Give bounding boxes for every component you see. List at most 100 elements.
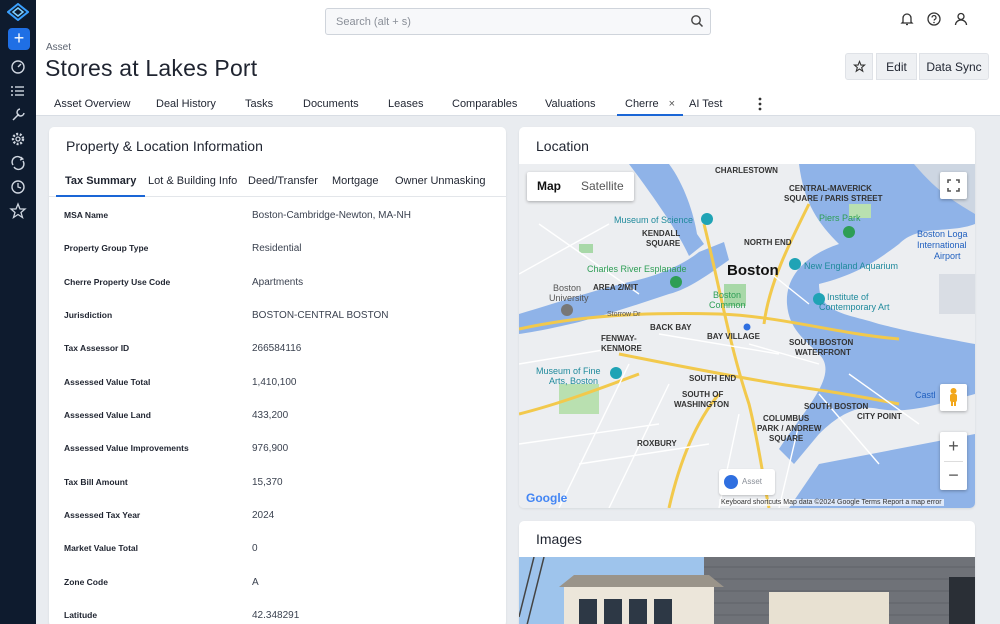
pegman-icon (950, 388, 957, 406)
field-label: Jurisdiction (64, 310, 113, 320)
add-button[interactable]: + (8, 28, 30, 50)
field-value: 42.348291 (252, 610, 300, 621)
data-sync-button[interactable]: Data Sync (919, 53, 989, 80)
tab-label: Deal History (156, 98, 216, 110)
field-value: BOSTON-CENTRAL BOSTON (252, 310, 389, 321)
breadcrumb[interactable]: Asset (46, 42, 71, 53)
search-input[interactable] (326, 9, 676, 34)
tab-documents[interactable]: Documents (303, 92, 359, 116)
search-icon[interactable] (690, 14, 704, 28)
fullscreen-button[interactable] (940, 172, 967, 199)
gear-icon[interactable] (9, 130, 27, 148)
map-label: CENTRAL-MAVERICK (789, 184, 872, 193)
bell-icon[interactable] (898, 10, 916, 28)
list-item: Assessed Value Total 1,410,100 (49, 366, 506, 399)
field-label: Assessed Value Land (64, 410, 151, 420)
field-value: 1,410,100 (252, 377, 297, 388)
map-label: New England Aquarium (804, 261, 899, 271)
user-icon[interactable] (952, 10, 970, 28)
list-item: Assessed Value Land 433,200 (49, 399, 506, 432)
list-item: Assessed Value Improvements 976,900 (49, 432, 506, 465)
star-icon[interactable] (9, 202, 27, 220)
map-label: SQUARE (769, 434, 804, 443)
sync-icon[interactable] (9, 154, 27, 172)
list-icon[interactable] (9, 82, 27, 100)
property-photo[interactable] (519, 557, 975, 624)
edit-button[interactable]: Edit (876, 53, 917, 80)
field-label: Assessed Value Improvements (64, 443, 189, 453)
favorite-button[interactable] (845, 53, 873, 80)
map-label: Contemporary Art (819, 302, 890, 312)
map-label: Arts, Boston (549, 376, 599, 386)
field-value: Residential (252, 243, 302, 254)
field-label: Tax Bill Amount (64, 477, 128, 487)
street-view-button[interactable] (940, 384, 967, 411)
field-label: Assessed Value Total (64, 377, 151, 387)
map-label: FENWAY- (601, 334, 637, 343)
map-label: SOUTH BOSTON (804, 402, 869, 411)
field-value: A (252, 577, 259, 588)
field-label: Latitude (64, 610, 98, 620)
map-label: CHARLESTOWN (715, 166, 778, 175)
subtab-lot-building[interactable]: Lot & Building Info (148, 171, 237, 197)
map-label: ROXBURY (637, 439, 677, 448)
google-logo: Google (526, 491, 568, 505)
app-sidebar: + (0, 0, 36, 624)
subtab-tax-summary[interactable]: Tax Summary (56, 171, 146, 197)
field-value: Boston-Cambridge-Newton, MA-NH (252, 210, 411, 221)
map-legend: Asset (719, 469, 775, 495)
tab-comparables[interactable]: Comparables (452, 92, 517, 116)
list-item: Tax Bill Amount 15,370 (49, 466, 506, 499)
tab-label: Tasks (245, 98, 274, 110)
zoom-out-button[interactable]: − (940, 461, 967, 490)
more-tabs-icon[interactable] (756, 96, 764, 112)
tab-cherre[interactable]: Cherre × (617, 92, 684, 116)
map-view[interactable]: CHARLESTOWN CENTRAL-MAVERICK SQUARE / PA… (519, 164, 975, 508)
map-type-satellite-button[interactable]: Satellite (571, 172, 634, 201)
map-attribution[interactable]: Keyboard shortcuts Map data ©2024 Google… (719, 499, 944, 506)
subtab-mortgage[interactable]: Mortgage (332, 171, 378, 197)
app-logo-icon[interactable] (7, 3, 29, 21)
map-label: Museum of Science (614, 215, 694, 225)
map-label: CITY POINT (857, 412, 902, 421)
subtab-owner-unmasking[interactable]: Owner Unmasking (395, 171, 485, 197)
tab-label: Documents (303, 98, 359, 110)
panel-title: Property & Location Information (66, 138, 263, 154)
map-label: Boston (713, 290, 742, 300)
star-icon (852, 60, 866, 73)
map-label: NORTH END (744, 238, 792, 247)
property-location-panel: Property & Location Information Tax Summ… (49, 127, 506, 624)
top-bar: Asset Stores at Lakes Port Edit Data Syn… (36, 0, 1000, 116)
dashboard-icon[interactable] (9, 58, 27, 76)
tab-deal-history[interactable]: Deal History (156, 92, 216, 116)
map-type-map-button[interactable]: Map (527, 172, 571, 201)
zoom-control: + − (940, 432, 967, 490)
list-item: Tax Assessor ID 266584116 (49, 332, 506, 365)
subtab-deed-transfer[interactable]: Deed/Transfer (248, 171, 318, 197)
map-label: Storrow Dr (607, 311, 641, 318)
field-label: Cherre Property Use Code (64, 277, 171, 287)
map-label: SQUARE / PARIS STREET (784, 194, 883, 203)
map-label: Castl (915, 390, 936, 400)
map-label: University (549, 293, 589, 303)
page-title: Stores at Lakes Port (45, 55, 258, 81)
tab-tasks[interactable]: Tasks (245, 92, 273, 116)
list-item: Latitude 42.348291 (49, 599, 506, 624)
panel-title: Images (536, 531, 582, 547)
tab-ai-test[interactable]: AI Test (689, 92, 722, 116)
tab-leases[interactable]: Leases (388, 92, 423, 116)
tab-valuations[interactable]: Valuations (545, 92, 596, 116)
field-label: Market Value Total (64, 543, 139, 553)
zoom-in-button[interactable]: + (940, 432, 967, 461)
images-panel: Images (519, 521, 975, 624)
help-icon[interactable] (925, 10, 943, 28)
close-tab-icon[interactable]: × (669, 98, 675, 110)
legend-label: Asset (742, 477, 763, 486)
history-icon[interactable] (9, 178, 27, 196)
map-label: BAY VILLAGE (707, 332, 760, 341)
map-label: SQUARE (646, 239, 681, 248)
list-item: Zone Code A (49, 566, 506, 599)
tab-asset-overview[interactable]: Asset Overview (54, 92, 130, 116)
wrench-icon[interactable] (9, 106, 27, 124)
field-label: MSA Name (64, 210, 109, 220)
